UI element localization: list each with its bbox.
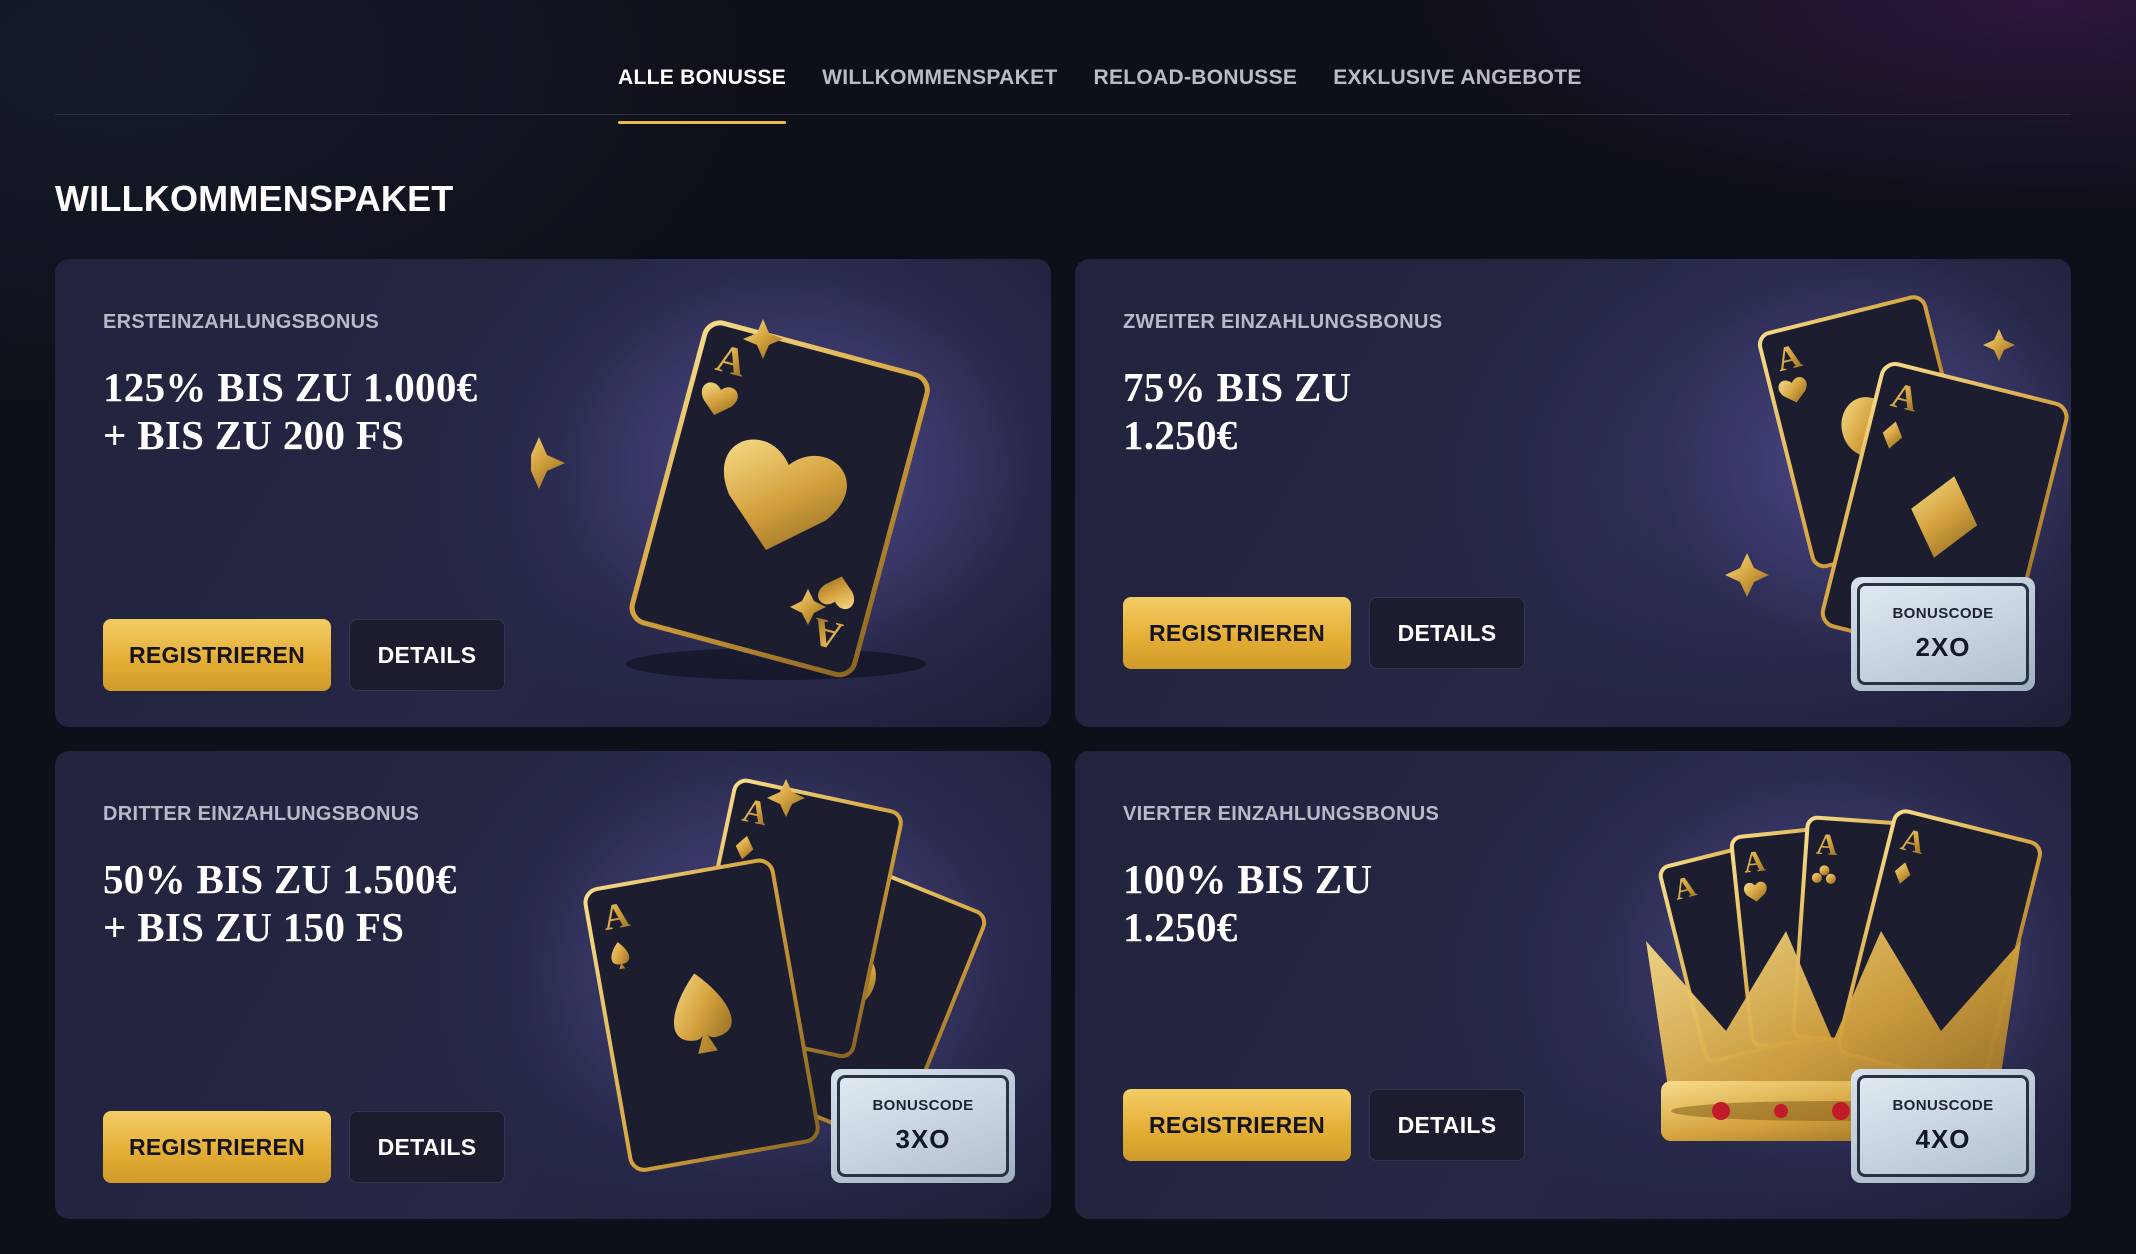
bonus-code-badge[interactable]: BONUSCODE 2XO xyxy=(1851,577,2035,691)
bonus-code-label: BONUSCODE xyxy=(872,1097,974,1114)
bonus-code-inner: BONUSCODE 3XO xyxy=(837,1075,1009,1177)
headline-line-2: + BIS ZU 150 FS xyxy=(103,904,405,950)
headline-line-1: 125% BIS ZU 1.000€ xyxy=(103,364,478,410)
bonus-code-label: BONUSCODE xyxy=(1892,1097,1994,1114)
bonus-code-inner: BONUSCODE 2XO xyxy=(1857,583,2029,685)
bonus-code-value: 4XO xyxy=(1915,1124,1971,1154)
card-actions: REGISTRIEREN DETAILS xyxy=(103,619,505,691)
bonus-headline: 50% BIS ZU 1.500€ + BIS ZU 150 FS xyxy=(103,855,457,951)
bonus-code-inner: BONUSCODE 4XO xyxy=(1857,1075,2029,1177)
card-actions: REGISTRIEREN DETAILS xyxy=(1123,1089,1525,1161)
headline-line-2: 1.250€ xyxy=(1123,412,1238,458)
bonus-code-label: BONUSCODE xyxy=(1892,605,1994,622)
details-button[interactable]: DETAILS xyxy=(349,619,505,691)
bonus-headline: 100% BIS ZU 1.250€ xyxy=(1123,855,1372,951)
headline-line-1: 100% BIS ZU xyxy=(1123,856,1373,902)
bonus-card-first-deposit: A A ERSTEINZAHLUNGSBONUS 125% BIS ZU 1.0… xyxy=(55,259,1051,727)
tab-willkommenspaket[interactable]: WILLKOMMENSPAKET xyxy=(822,66,1057,124)
card-actions: REGISTRIEREN DETAILS xyxy=(1123,597,1525,669)
ace-of-hearts-card-icon: A A xyxy=(513,259,1051,727)
register-button[interactable]: REGISTRIEREN xyxy=(1123,1089,1351,1161)
bonus-code-badge[interactable]: BONUSCODE 3XO xyxy=(831,1069,1015,1183)
bonus-tabs: ALLE BONUSSE WILLKOMMENSPAKET RELOAD-BON… xyxy=(55,0,2071,124)
bonus-card-fourth-deposit: A A A A VIERTER EINZAHLUNGSBONUS 100% BI… xyxy=(1075,751,2071,1219)
card-kicker: ERSTEINZAHLUNGSBONUS xyxy=(103,311,380,333)
card-kicker: ZWEITER EINZAHLUNGSBONUS xyxy=(1123,311,1443,333)
details-button[interactable]: DETAILS xyxy=(1369,1089,1525,1161)
headline-line-1: 75% BIS ZU xyxy=(1123,364,1352,410)
svg-text:A: A xyxy=(1742,844,1767,879)
tab-exklusive-angebote[interactable]: EXKLUSIVE ANGEBOTE xyxy=(1333,66,1582,124)
headline-line-2: 1.250€ xyxy=(1123,904,1238,950)
details-button[interactable]: DETAILS xyxy=(349,1111,505,1183)
bonus-headline: 125% BIS ZU 1.000€ + BIS ZU 200 FS xyxy=(103,363,477,459)
section-title: WILLKOMMENSPAKET xyxy=(55,178,454,219)
register-button[interactable]: REGISTRIEREN xyxy=(103,619,331,691)
svg-text:A: A xyxy=(1815,828,1839,862)
register-button[interactable]: REGISTRIEREN xyxy=(103,1111,331,1183)
card-actions: REGISTRIEREN DETAILS xyxy=(103,1111,505,1183)
details-button[interactable]: DETAILS xyxy=(1369,597,1525,669)
bonus-card-third-deposit: A A DRITTER EINZAHLUNGSBONUS 50% BIS ZU … xyxy=(55,751,1051,1219)
bonus-code-value: 2XO xyxy=(1915,632,1971,662)
bonus-code-badge[interactable]: BONUSCODE 4XO xyxy=(1851,1069,2035,1183)
card-kicker: VIERTER EINZAHLUNGSBONUS xyxy=(1123,803,1440,825)
card-kicker: DRITTER EINZAHLUNGSBONUS xyxy=(103,803,420,825)
tab-row: ALLE BONUSSE WILLKOMMENSPAKET RELOAD-BON… xyxy=(618,66,1582,124)
headline-line-1: 50% BIS ZU 1.500€ xyxy=(103,856,457,902)
bonus-code-value: 3XO xyxy=(895,1124,951,1154)
bonus-headline: 75% BIS ZU 1.250€ xyxy=(1123,363,1352,459)
bonus-card-second-deposit: A A ZWEITER EINZAHLUNGSBONUS 75% BIS ZU … xyxy=(1075,259,2071,727)
tab-alle-bonusse[interactable]: ALLE BONUSSE xyxy=(618,66,787,124)
headline-line-2: + BIS ZU 200 FS xyxy=(103,412,405,458)
tab-reload-bonusse[interactable]: RELOAD-BONUSSE xyxy=(1094,66,1298,124)
register-button[interactable]: REGISTRIEREN xyxy=(1123,597,1351,669)
